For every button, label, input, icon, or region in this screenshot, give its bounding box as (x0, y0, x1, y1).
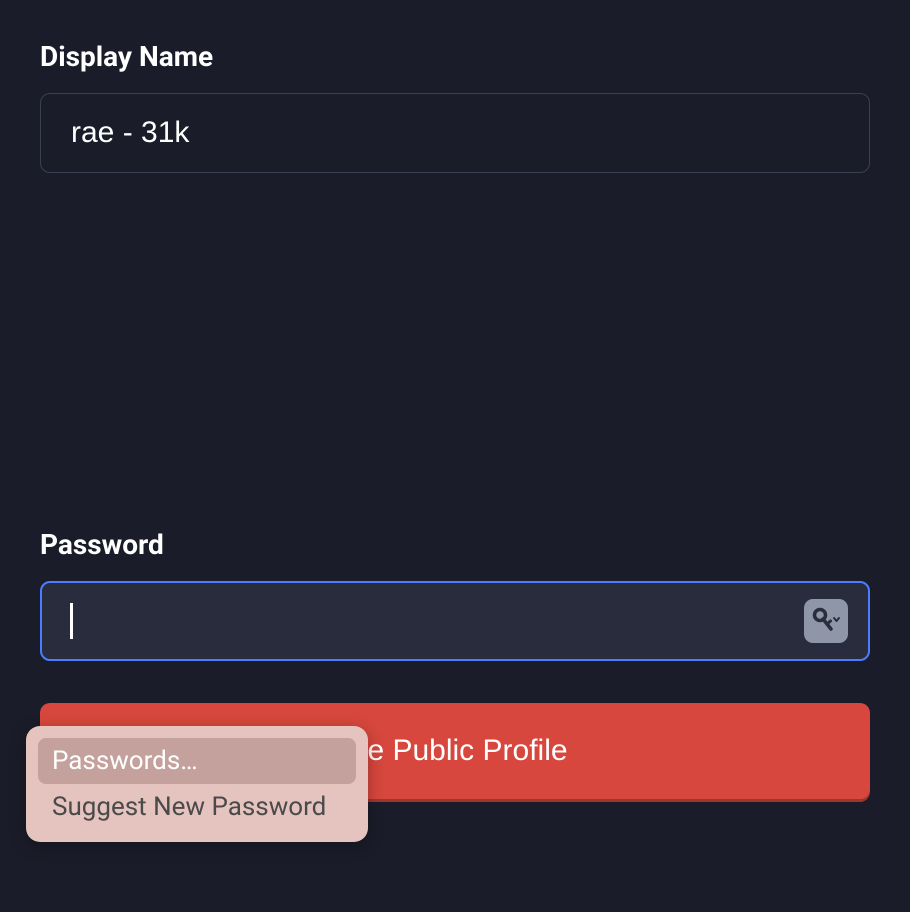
autofill-passwords-item[interactable]: Passwords… (38, 738, 356, 784)
display-name-label: Display Name (40, 40, 870, 73)
key-icon (811, 607, 841, 635)
password-label: Password (40, 528, 870, 561)
password-autofill-button[interactable] (804, 599, 848, 643)
display-name-input[interactable] (40, 93, 870, 173)
text-cursor (70, 603, 73, 639)
password-input[interactable] (40, 581, 870, 661)
password-autofill-menu: Passwords… Suggest New Password (26, 726, 368, 842)
autofill-suggest-item[interactable]: Suggest New Password (38, 784, 356, 830)
